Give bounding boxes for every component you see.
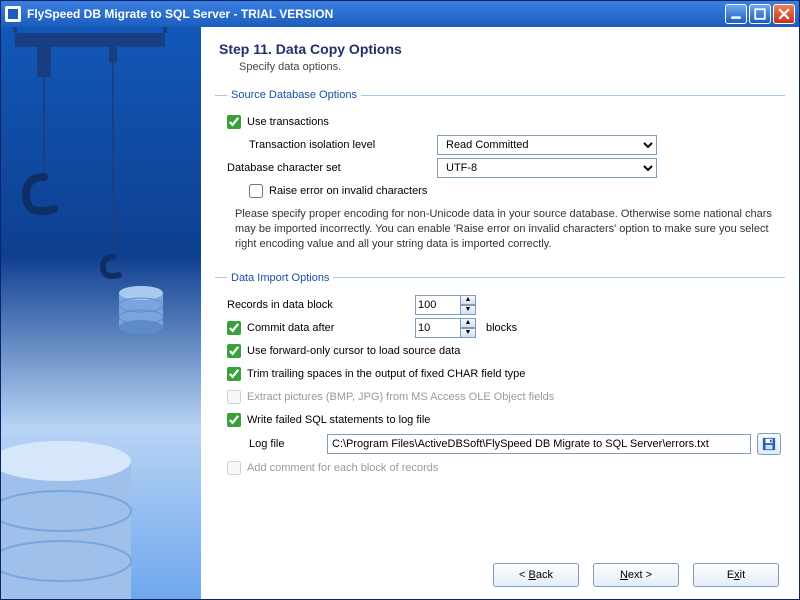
data-import-options-group: Data Import Options Records in data bloc… — [215, 272, 785, 487]
raise-error-checkbox[interactable] — [249, 184, 263, 198]
encoding-help-text: Please specify proper encoding for non-U… — [235, 207, 781, 252]
save-icon — [762, 437, 776, 451]
titlebar[interactable]: FlySpeed DB Migrate to SQL Server - TRIA… — [1, 1, 799, 27]
close-button[interactable] — [773, 4, 795, 24]
wizard-nav: < Back Next > Exit — [215, 553, 785, 591]
use-transactions-checkbox[interactable] — [227, 115, 241, 129]
commit-after-checkbox[interactable] — [227, 321, 241, 335]
records-spin-down[interactable]: ▼ — [460, 305, 476, 315]
window-title: FlySpeed DB Migrate to SQL Server - TRIA… — [27, 7, 333, 21]
records-in-block-label: Records in data block — [227, 299, 415, 311]
trim-trailing-checkbox[interactable] — [227, 367, 241, 381]
log-file-label: Log file — [249, 438, 327, 450]
exit-button[interactable]: Exit — [693, 563, 779, 587]
add-comment-checkbox — [227, 461, 241, 475]
source-database-options-group: Source Database Options Use transactions… — [215, 89, 785, 260]
page-subtitle: Specify data options. — [239, 61, 785, 73]
page-title: Step 11. Data Copy Options — [219, 41, 785, 57]
wizard-artwork — [1, 27, 201, 599]
records-spin-up[interactable]: ▲ — [460, 295, 476, 305]
forward-only-checkbox[interactable] — [227, 344, 241, 358]
minimize-icon — [730, 8, 742, 20]
browse-log-file-button[interactable] — [757, 433, 781, 455]
write-failed-sql-checkbox[interactable] — [227, 413, 241, 427]
charset-label: Database character set — [227, 162, 437, 174]
import-group-legend: Data Import Options — [227, 272, 333, 284]
source-group-legend: Source Database Options — [227, 89, 361, 101]
isolation-level-select[interactable]: Read Committed — [437, 135, 657, 155]
maximize-icon — [754, 8, 766, 20]
isolation-level-label: Transaction isolation level — [249, 139, 437, 151]
commit-spin-down[interactable]: ▼ — [460, 328, 476, 338]
app-icon — [5, 6, 21, 22]
commit-suffix: blocks — [486, 322, 517, 334]
write-failed-sql-label: Write failed SQL statements to log file — [247, 414, 430, 426]
charset-select[interactable]: UTF-8 — [437, 158, 657, 178]
next-button[interactable]: Next > — [593, 563, 679, 587]
minimize-button[interactable] — [725, 4, 747, 24]
commit-after-input[interactable] — [415, 318, 461, 338]
log-file-input[interactable] — [327, 434, 751, 454]
extract-pictures-label: Extract pictures (BMP, JPG) from MS Acce… — [247, 391, 554, 403]
use-transactions-label: Use transactions — [247, 116, 329, 128]
commit-after-label: Commit data after — [247, 322, 415, 334]
records-in-block-input[interactable] — [415, 295, 461, 315]
trim-trailing-label: Trim trailing spaces in the output of fi… — [247, 368, 525, 380]
close-icon — [778, 8, 790, 20]
app-window: FlySpeed DB Migrate to SQL Server - TRIA… — [0, 0, 800, 600]
extract-pictures-checkbox — [227, 390, 241, 404]
wizard-page: Step 11. Data Copy Options Specify data … — [201, 27, 799, 599]
raise-error-label: Raise error on invalid characters — [269, 185, 427, 197]
forward-only-label: Use forward-only cursor to load source d… — [247, 345, 460, 357]
add-comment-label: Add comment for each block of records — [247, 462, 438, 474]
back-button[interactable]: < Back — [493, 563, 579, 587]
maximize-button[interactable] — [749, 4, 771, 24]
commit-spin-up[interactable]: ▲ — [460, 318, 476, 328]
